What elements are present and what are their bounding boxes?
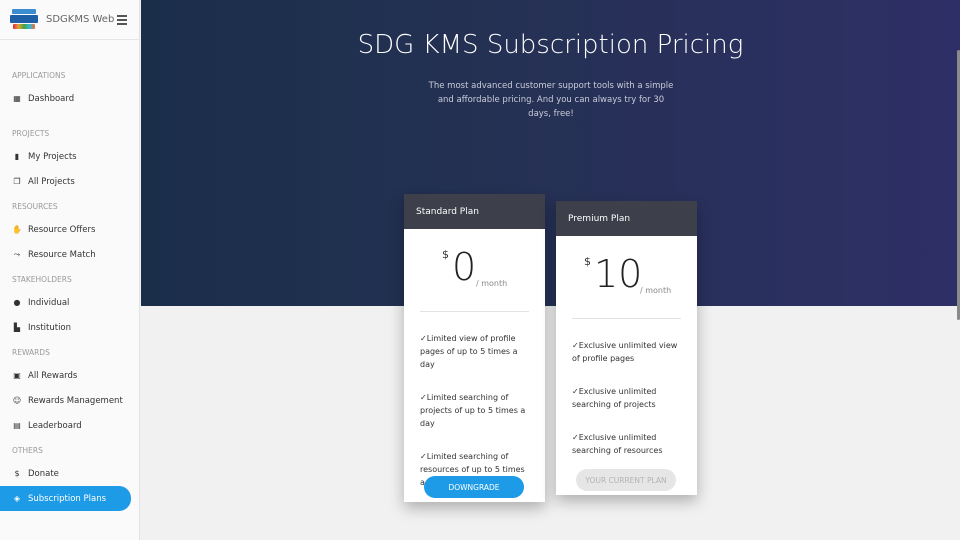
- sidebar-item-label: Rewards Management: [28, 395, 123, 406]
- section-title-others: OTHERS: [12, 446, 43, 455]
- sidebar-item-resource-match[interactable]: ⤳ Resource Match: [0, 242, 139, 267]
- app-name: SDGKMS Web: [46, 14, 115, 25]
- currency-symbol: $: [442, 248, 449, 261]
- sidebar-item-label: Resource Match: [28, 249, 96, 260]
- building-icon: ▙: [13, 323, 21, 332]
- feature-item: ✓Exclusive unlimited searching of projec…: [572, 387, 657, 409]
- sidebar-item-resource-offers[interactable]: ✋ Resource Offers: [0, 217, 139, 242]
- sidebar-item-label: Leaderboard: [28, 420, 82, 431]
- dollar-icon: $: [14, 469, 20, 478]
- page-title: SDG KMS Subscription Pricing: [357, 30, 744, 60]
- sidebar-item-label: All Projects: [28, 176, 75, 187]
- chart-icon: ▤: [13, 421, 21, 430]
- match-icon: ⤳: [13, 249, 21, 259]
- feature-item: ✓Exclusive unlimited searching of resour…: [572, 433, 663, 455]
- price-period: / month: [640, 286, 672, 295]
- sidebar-item-all-projects[interactable]: ❐ All Projects: [0, 169, 139, 194]
- scrollbar[interactable]: [956, 0, 960, 540]
- sidebar-item-label: Resource Offers: [28, 224, 96, 235]
- hand-icon: ✋: [12, 225, 22, 234]
- sidebar-item-label: Institution: [28, 322, 72, 333]
- section-title-rewards: REWARDS: [12, 348, 50, 357]
- feature-list: ✓Limited view of profile pages of up to …: [404, 332, 545, 489]
- sidebar-item-label: Individual: [28, 297, 70, 308]
- person-icon: ●: [13, 298, 21, 307]
- sidebar-item-label: My Projects: [28, 151, 77, 162]
- dashboard-icon: ▦: [13, 94, 21, 103]
- section-title-resources: RESOURCES: [12, 202, 58, 211]
- section-title-applications: APPLICATIONS: [12, 71, 66, 80]
- plan-title: Standard Plan: [404, 194, 545, 229]
- plan-price: $ 10 / month: [572, 236, 681, 319]
- currency-symbol: $: [584, 255, 591, 268]
- sidebar-item-dashboard[interactable]: ▦ Dashboard: [0, 86, 139, 111]
- feature-item: ✓Limited view of profile pages of up to …: [420, 334, 518, 369]
- price-period: / month: [476, 279, 508, 288]
- brand-bar: SDGKMS Web: [0, 0, 139, 40]
- sdg-logo: [10, 8, 38, 31]
- sidebar-item-label: Subscription Plans: [28, 493, 107, 504]
- page-subtitle: The most advanced customer support tools…: [428, 81, 674, 119]
- hero-banner: SDG KMS Subscription Pricing The most ad…: [141, 0, 960, 306]
- menu-icon[interactable]: [117, 15, 127, 27]
- gift-icon: ▣: [13, 371, 21, 380]
- sidebar-item-subscription-plans[interactable]: ◈ Subscription Plans: [0, 486, 131, 511]
- sidebar-item-rewards-management[interactable]: ☺ Rewards Management: [0, 388, 139, 413]
- section-title-projects: PROJECTS: [12, 129, 50, 138]
- smile-icon: ☺: [12, 396, 22, 405]
- tag-icon: ◈: [13, 494, 21, 503]
- standard-plan-card: Standard Plan $ 0 / month ✓Limited view …: [404, 194, 545, 502]
- downgrade-button[interactable]: DOWNGRADE: [424, 476, 524, 498]
- premium-plan-card: Premium Plan $ 10 / month ✓Exclusive unl…: [556, 201, 697, 495]
- sidebar-item-leaderboard[interactable]: ▤ Leaderboard: [0, 413, 139, 438]
- copy-icon: ❐: [13, 177, 21, 186]
- section-title-stakeholders: STAKEHOLDERS: [12, 275, 72, 284]
- price-amount: 10: [594, 252, 643, 296]
- feature-item: ✓Limited searching of projects of up to …: [420, 393, 526, 428]
- sidebar-item-label: Dashboard: [28, 93, 75, 104]
- bookmark-icon: ▮: [14, 152, 20, 161]
- sidebar: SDGKMS Web APPLICATIONS ▦ Dashboard PROJ…: [0, 0, 140, 540]
- plan-price: $ 0 / month: [420, 229, 529, 312]
- sidebar-item-label: All Rewards: [28, 370, 78, 381]
- sidebar-item-label: Donate: [28, 468, 59, 479]
- feature-item: ✓Exclusive unlimited view of profile pag…: [572, 341, 678, 363]
- current-plan-button[interactable]: YOUR CURRENT PLAN: [576, 469, 676, 491]
- feature-list: ✓Exclusive unlimited view of profile pag…: [556, 339, 697, 457]
- sidebar-item-my-projects[interactable]: ▮ My Projects: [0, 144, 139, 169]
- price-amount: 0: [452, 245, 477, 289]
- sidebar-item-institution[interactable]: ▙ Institution: [0, 315, 139, 340]
- plan-title: Premium Plan: [556, 201, 697, 236]
- sidebar-item-individual[interactable]: ● Individual: [0, 290, 139, 315]
- sidebar-item-all-rewards[interactable]: ▣ All Rewards: [0, 363, 139, 388]
- sidebar-item-donate[interactable]: $ Donate: [0, 461, 139, 486]
